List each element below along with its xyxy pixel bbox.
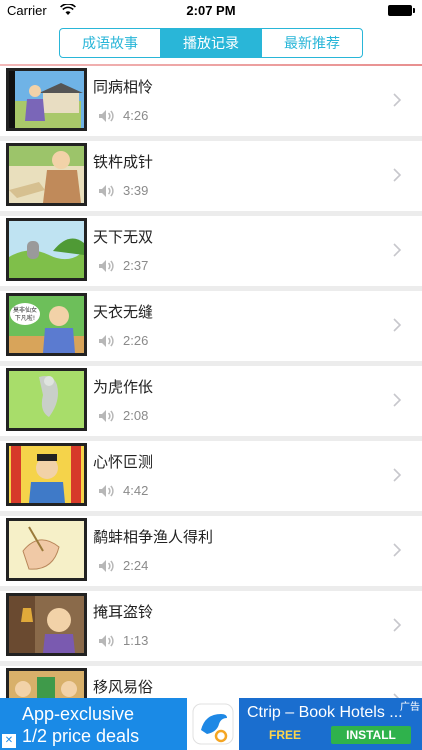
speaker-icon: [99, 260, 114, 272]
speaker-icon: [99, 110, 114, 122]
chevron-right-icon: [393, 618, 402, 632]
list-item[interactable]: 心怀叵测 4:42: [0, 441, 422, 511]
story-thumbnail: [6, 68, 87, 131]
dolphin-icon: [192, 703, 234, 745]
thumb-speech-text: 莫非仙女: [13, 306, 37, 314]
list-item[interactable]: 同病相怜 4:26: [0, 66, 422, 136]
story-duration: 2:37: [123, 258, 149, 273]
speaker-icon: [99, 185, 114, 197]
story-title: 移风易俗: [93, 678, 154, 696]
chevron-right-icon: [393, 318, 402, 332]
list-item[interactable]: 天下无双 2:37: [0, 216, 422, 286]
speaker-icon: [99, 410, 114, 422]
story-duration: 4:42: [123, 483, 149, 498]
story-title: 同病相怜: [93, 78, 154, 96]
story-thumbnail: [6, 593, 87, 656]
ad-app-panel[interactable]: Ctrip – Book Hotels ... FREE INSTALL 广告: [239, 698, 422, 750]
tab-play-history[interactable]: 播放记录: [161, 29, 262, 57]
speaker-icon: [99, 560, 114, 572]
chevron-right-icon: [393, 243, 402, 257]
story-thumbnail: [6, 518, 87, 581]
story-duration: 4:26: [123, 108, 149, 123]
story-thumbnail: [6, 443, 87, 506]
chevron-right-icon: [393, 168, 402, 182]
story-duration: 2:26: [123, 333, 149, 348]
chevron-right-icon: [393, 93, 402, 107]
segmented-control: 成语故事 播放记录 最新推荐: [59, 28, 363, 58]
thumb-speech-text: 下凡啦!: [15, 314, 35, 322]
story-title: 铁杵成针: [93, 153, 154, 171]
story-duration: 2:24: [123, 558, 149, 573]
ad-subline: 1/2 price deals: [22, 726, 140, 746]
story-duration: 1:13: [123, 633, 149, 648]
tab-bar: 成语故事 播放记录 最新推荐: [0, 24, 422, 64]
history-list[interactable]: 同病相怜 4:26 铁杵成针 3:39 天下无双 2:37 莫非仙女 下凡啦! …: [0, 66, 422, 698]
speaker-icon: [99, 335, 114, 347]
story-thumbnail: [6, 668, 87, 698]
ad-banner[interactable]: App-exclusive 1/2 price deals ✕ Ctrip – …: [0, 698, 422, 750]
chevron-right-icon: [393, 468, 402, 482]
ad-close-icon[interactable]: ✕: [2, 734, 16, 748]
list-item[interactable]: 铁杵成针 3:39: [0, 141, 422, 211]
list-item[interactable]: 鹬蚌相争渔人得利 2:24: [0, 516, 422, 586]
list-item[interactable]: 莫非仙女 下凡啦! 天衣无缝 2:26: [0, 291, 422, 361]
ad-install-button[interactable]: INSTALL: [331, 726, 411, 744]
story-thumbnail: 莫非仙女 下凡啦!: [6, 293, 87, 356]
story-title: 鹬蚌相争渔人得利: [93, 528, 214, 546]
story-thumbnail: [6, 368, 87, 431]
tab-idiom-stories[interactable]: 成语故事: [60, 29, 161, 57]
ad-free-label: FREE: [269, 728, 302, 742]
story-title: 心怀叵测: [93, 453, 154, 471]
story-title: 天下无双: [93, 228, 154, 246]
story-title: 掩耳盗铃: [93, 603, 154, 621]
chevron-right-icon: [393, 543, 402, 557]
ad-promo-panel[interactable]: App-exclusive 1/2 price deals ✕: [0, 698, 187, 750]
story-title: 天衣无缝: [93, 303, 154, 321]
list-item[interactable]: 掩耳盗铃 1:13: [0, 591, 422, 661]
story-thumbnail: [6, 218, 87, 281]
ad-tag-label: 广告: [400, 702, 420, 713]
tab-latest-recommend[interactable]: 最新推荐: [262, 29, 362, 57]
chevron-right-icon: [393, 393, 402, 407]
list-item[interactable]: 移风易俗: [0, 666, 422, 698]
story-title: 为虎作伥: [93, 378, 154, 396]
clock-label: 2:07 PM: [186, 3, 236, 18]
story-thumbnail: [6, 143, 87, 206]
list-item[interactable]: 为虎作伥 2:08: [0, 366, 422, 436]
battery-icon: [388, 5, 415, 16]
ad-app-logo: [187, 698, 239, 750]
story-duration: 3:39: [123, 183, 149, 198]
ad-headline: App-exclusive: [22, 704, 135, 724]
status-bar: Carrier 2:07 PM: [0, 0, 422, 24]
speaker-icon: [99, 485, 114, 497]
story-duration: 2:08: [123, 408, 149, 423]
ad-app-name: Ctrip – Book Hotels ...: [247, 704, 403, 721]
speaker-icon: [99, 635, 114, 647]
